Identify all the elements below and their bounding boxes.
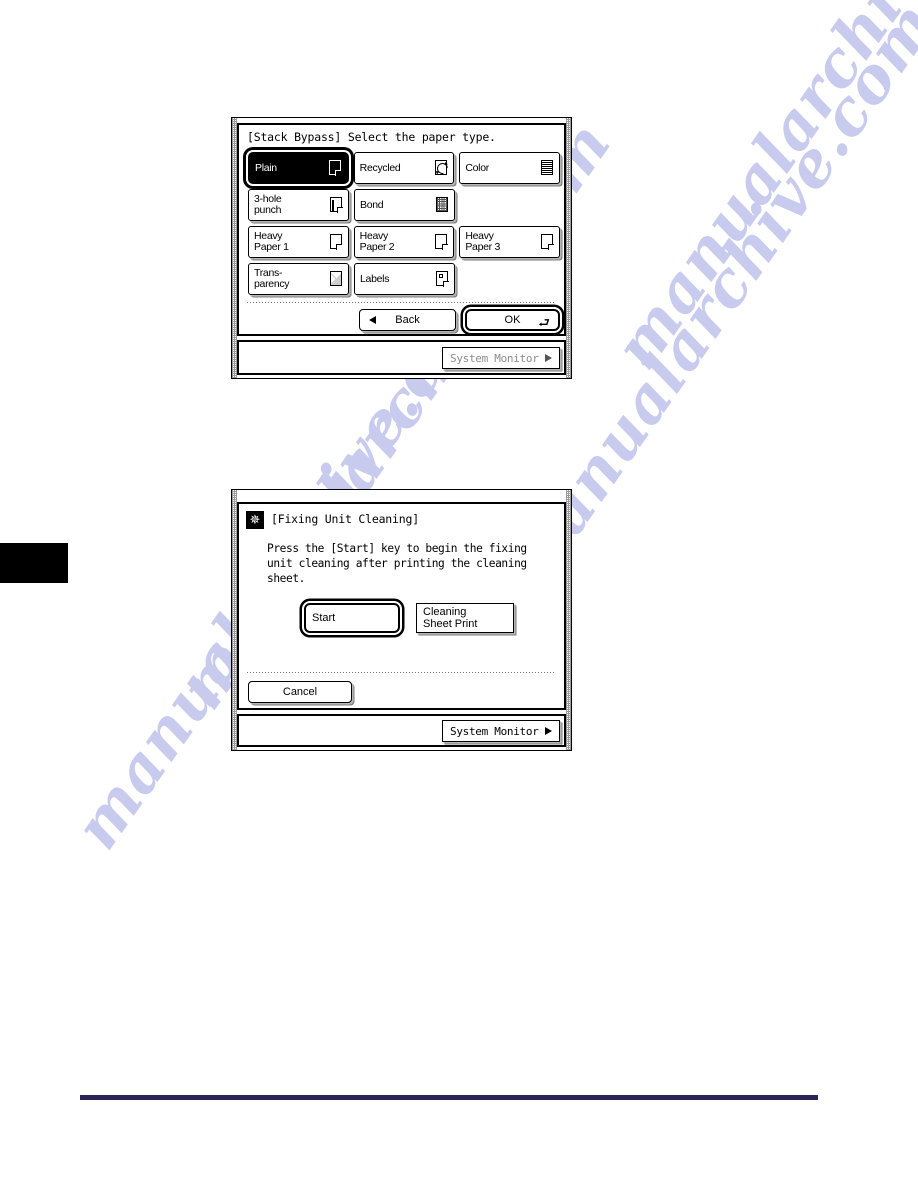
fixing-unit-title: [Fixing Unit Cleaning] bbox=[271, 512, 419, 526]
paper-type-row: 3-hole punch Bond bbox=[248, 189, 560, 221]
paper-type-screen: [Stack Bypass] Select the paper type. Pl… bbox=[231, 117, 572, 379]
paper-type-key-color[interactable]: Color bbox=[459, 152, 561, 184]
paper-type-key-label: Bond bbox=[360, 198, 384, 211]
system-monitor-label: System Monitor bbox=[450, 351, 539, 365]
paper-type-key-recycled[interactable]: Recycled bbox=[353, 152, 455, 184]
paper-type-key-label: 3-hole punch bbox=[254, 193, 282, 216]
heavy-page-icon bbox=[329, 233, 344, 251]
paper-type-key-grid: Plain Recycled Color 3-hole punch Bond H… bbox=[248, 152, 561, 300]
paper-type-key-bond[interactable]: Bond bbox=[354, 189, 455, 221]
fixing-unit-message: Press the [Start] key to begin the fixin… bbox=[267, 542, 527, 585]
paper-type-key-label: Heavy Paper 3 bbox=[465, 230, 501, 253]
ok-button-label: OK bbox=[504, 314, 521, 326]
cleaning-sheet-print-label: Cleaning Sheet Print bbox=[423, 605, 478, 631]
paper-type-key-label: Recycled bbox=[359, 161, 401, 174]
page-thumb-tab-marker bbox=[0, 543, 68, 583]
fixing-unit-divider bbox=[247, 672, 556, 673]
color-page-icon bbox=[540, 159, 555, 177]
paper-type-status-bar: System Monitor bbox=[237, 340, 566, 375]
start-button[interactable]: Start bbox=[304, 603, 400, 633]
paper-type-key-transparency[interactable]: Trans- parency bbox=[248, 263, 349, 295]
paper-type-key-label: Labels bbox=[360, 272, 390, 285]
start-button-label: Start bbox=[312, 611, 336, 624]
paper-type-row: Heavy Paper 1 Heavy Paper 2 Heavy Paper … bbox=[248, 226, 561, 258]
3-hole-punch-page-icon bbox=[329, 196, 344, 214]
bezel-right bbox=[566, 490, 571, 750]
paper-type-key-3-hole-punch[interactable]: 3-hole punch bbox=[248, 189, 349, 221]
triangle-right-icon bbox=[545, 727, 552, 735]
fixing-unit-screen-inner: ✵ [Fixing Unit Cleaning] Press the [Star… bbox=[237, 502, 566, 710]
paper-type-key-label: Color bbox=[465, 161, 489, 174]
paper-type-title: [Stack Bypass] Select the paper type. bbox=[247, 130, 496, 144]
paper-type-row: Trans- parency Labels bbox=[248, 263, 560, 295]
paper-type-key-heavy-paper-3[interactable]: Heavy Paper 3 bbox=[459, 226, 561, 258]
enter-arrow-icon: ⮐ bbox=[538, 316, 550, 331]
triangle-right-icon bbox=[545, 354, 552, 362]
fixing-unit-cleaning-screen: ✵ [Fixing Unit Cleaning] Press the [Star… bbox=[231, 489, 572, 751]
back-button[interactable]: Back bbox=[359, 309, 456, 331]
system-monitor-button[interactable]: System Monitor bbox=[442, 347, 560, 369]
paper-type-key-heavy-paper-2[interactable]: Heavy Paper 2 bbox=[353, 226, 455, 258]
paper-type-screen-inner: [Stack Bypass] Select the paper type. Pl… bbox=[237, 123, 566, 336]
paper-type-key-label: Heavy Paper 1 bbox=[254, 230, 289, 253]
watermark-text: manualarchive.com bbox=[600, 0, 918, 382]
labels-page-icon bbox=[435, 270, 450, 288]
paper-type-divider bbox=[247, 302, 556, 303]
bond-page-icon bbox=[435, 196, 450, 214]
cancel-button-label: Cancel bbox=[282, 686, 318, 698]
fixing-unit-badge-icon: ✵ bbox=[246, 511, 264, 529]
bezel-right bbox=[566, 118, 571, 378]
transparency-page-icon bbox=[329, 270, 344, 288]
heavy-page-icon bbox=[434, 233, 449, 251]
recycled-page-icon bbox=[434, 159, 451, 177]
paper-type-key-labels[interactable]: Labels bbox=[354, 263, 455, 295]
paper-type-row: Plain Recycled Color bbox=[248, 152, 561, 184]
heavy-page-icon bbox=[540, 233, 555, 251]
footer-rule bbox=[80, 1095, 818, 1100]
system-monitor-button[interactable]: System Monitor bbox=[442, 720, 560, 742]
triangle-left-icon bbox=[369, 316, 376, 324]
ok-button[interactable]: OK ⮐ bbox=[465, 309, 560, 331]
cancel-button[interactable]: Cancel bbox=[248, 681, 352, 703]
paper-type-key-heavy-paper-1[interactable]: Heavy Paper 1 bbox=[248, 226, 349, 258]
paper-type-key-label: Heavy Paper 2 bbox=[359, 230, 395, 253]
system-monitor-label: System Monitor bbox=[450, 724, 539, 738]
paper-type-key-label: Plain bbox=[255, 161, 277, 174]
fixing-unit-status-bar: System Monitor bbox=[237, 714, 566, 747]
paper-type-key-plain[interactable]: Plain bbox=[248, 152, 349, 184]
paper-type-key-label: Trans- parency bbox=[254, 267, 290, 290]
back-button-label: Back bbox=[395, 314, 420, 326]
cleaning-sheet-print-button[interactable]: Cleaning Sheet Print bbox=[416, 603, 514, 633]
plain-page-icon bbox=[328, 159, 343, 177]
